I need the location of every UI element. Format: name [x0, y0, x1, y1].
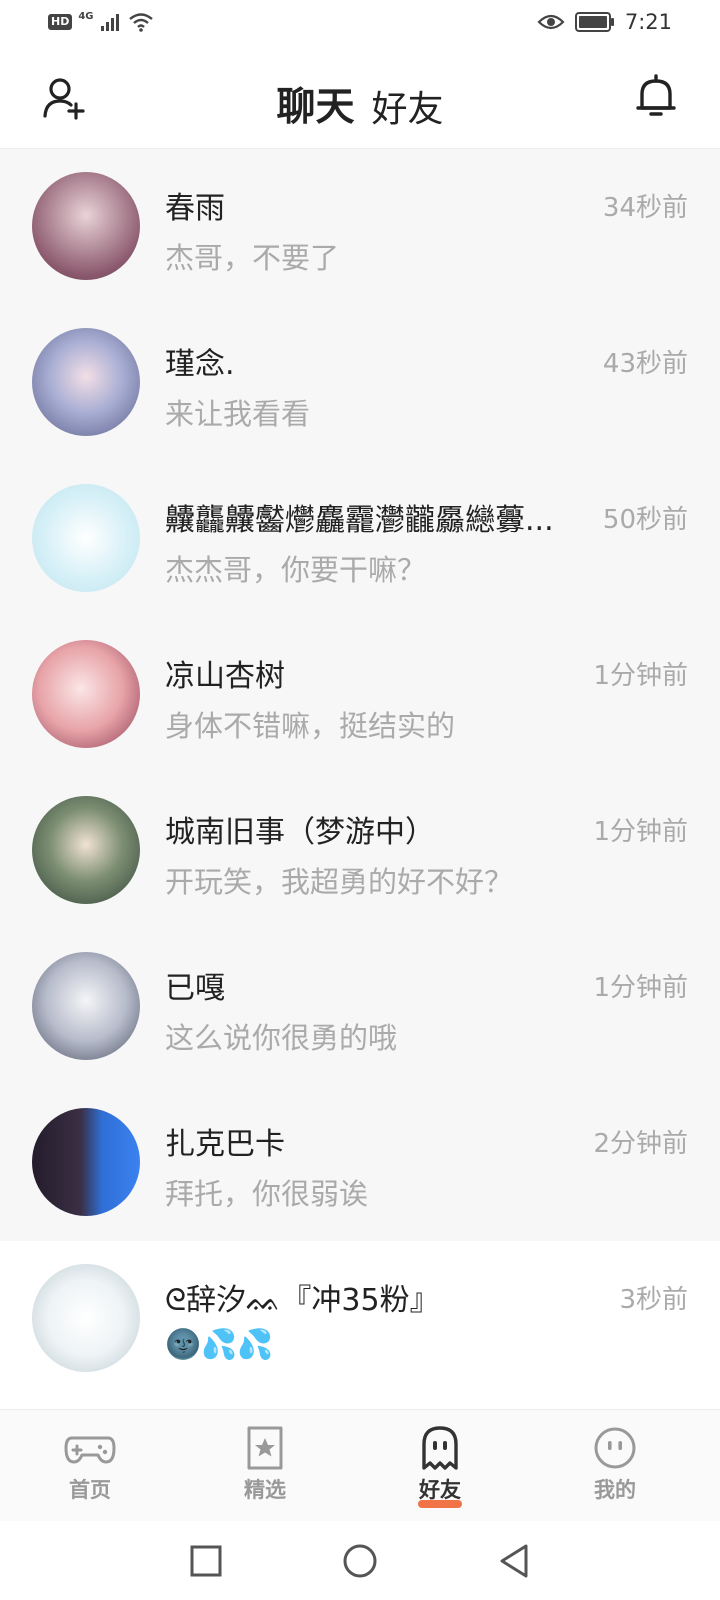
eye-icon: [537, 14, 565, 30]
chat-time: 50秒前: [602, 505, 688, 535]
nav-home[interactable]: 首页: [30, 1424, 150, 1504]
chat-time: 34秒前: [602, 193, 688, 223]
chat-row[interactable]: 城南旧事（梦游中） 开玩笑，我超勇的好不好？ 1分钟前: [0, 773, 720, 929]
recent-apps-icon[interactable]: [186, 1541, 226, 1581]
chat-row[interactable]: 瑾念. 来让我看看 43秒前: [0, 305, 720, 461]
ghost-icon: [422, 1426, 458, 1470]
chat-message: 身体不错嘛，挺结实的: [165, 709, 456, 743]
chat-message: 这么说你很勇的哦: [165, 1021, 398, 1055]
chat-list: 春雨 杰哥，不要了 34秒前 瑾念. 来让我看看 43秒前 齉龘齉齾爩麤龗灪龖厵…: [0, 149, 720, 1397]
top-bar: 聊天 好友: [0, 48, 720, 162]
avatar[interactable]: [32, 172, 140, 280]
tab-chat[interactable]: 聊天: [276, 76, 355, 162]
nav-friends[interactable]: 好友: [380, 1424, 500, 1508]
chat-time: 1分钟前: [593, 817, 688, 847]
chat-name: 凉山杏树: [165, 659, 285, 694]
nav-label: 精选: [244, 1478, 286, 1502]
status-right: 7:21: [537, 10, 672, 34]
system-nav-bar: [0, 1521, 720, 1600]
chat-message: 来让我看看: [165, 397, 311, 431]
wifi-icon: [128, 13, 153, 32]
signal-icon: [100, 14, 119, 31]
avatar[interactable]: [32, 484, 140, 592]
clock: 7:21: [624, 10, 672, 34]
avatar[interactable]: [32, 952, 140, 1060]
chat-time: 2分钟前: [593, 1129, 688, 1159]
star-bookmark-icon: [247, 1426, 283, 1470]
home-circle-icon[interactable]: [340, 1541, 380, 1581]
smile-face-icon: [594, 1427, 636, 1469]
nav-label-text: 好友: [419, 1478, 461, 1502]
chat-time: 1分钟前: [593, 661, 688, 691]
chat-name: ᘓ辞汐ᨐ『冲35粉』: [165, 1283, 440, 1318]
chat-name: 城南旧事（梦游中）: [165, 815, 435, 850]
chat-row[interactable]: 扎克巴卡 拜托，你很弱诶 2分钟前: [0, 1085, 720, 1241]
chat-time: 3秒前: [619, 1285, 688, 1315]
nav-active-indicator: [418, 1500, 462, 1508]
avatar[interactable]: [32, 796, 140, 904]
gamepad-icon: [64, 1436, 116, 1464]
bell-icon[interactable]: [632, 72, 680, 120]
chat-message: 🌚💦💦: [165, 1327, 274, 1361]
nav-label: 首页: [69, 1478, 111, 1502]
chat-time: 1分钟前: [593, 973, 688, 1003]
nav-me[interactable]: 我的: [555, 1424, 675, 1504]
chat-time: 43秒前: [602, 349, 688, 379]
chat-message: 杰哥，不要了: [165, 241, 340, 275]
chat-row[interactable]: 已嘎 这么说你很勇的哦 1分钟前: [0, 929, 720, 1085]
chat-message: 开玩笑，我超勇的好不好？: [165, 865, 514, 899]
avatar[interactable]: [32, 1108, 140, 1216]
chat-row[interactable]: 齉龘齉齾爩麤龗灪龖厵纞虋... 杰杰哥，你要干嘛？ 50秒前: [0, 461, 720, 617]
avatar[interactable]: [32, 328, 140, 436]
chat-name: 齉龘齉齾爩麤龗灪龖厵纞虋...: [165, 503, 554, 538]
back-triangle-icon[interactable]: [494, 1541, 534, 1581]
bottom-nav: 首页 精选 好友 我的: [0, 1409, 720, 1522]
nav-label: 好友: [380, 1474, 500, 1508]
chat-name: 春雨: [165, 191, 225, 226]
chat-name: 瑾念.: [165, 347, 235, 382]
nav-label: 我的: [594, 1478, 636, 1502]
hd-badge: HD: [48, 14, 73, 30]
nav-featured[interactable]: 精选: [205, 1424, 325, 1504]
chat-row[interactable]: ᘓ辞汐ᨐ『冲35粉』 🌚💦💦 3秒前: [0, 1241, 720, 1397]
network-type: 4G: [78, 10, 94, 22]
header-tabs: 聊天 好友: [0, 76, 720, 162]
chat-message: 杰杰哥，你要干嘛？: [165, 553, 427, 587]
chat-name: 扎克巴卡: [165, 1127, 285, 1162]
battery-icon: [574, 12, 614, 32]
chat-message: 拜托，你很弱诶: [165, 1177, 369, 1211]
status-bar: HD 4G 7:21: [0, 0, 720, 48]
status-left: HD 4G: [48, 10, 154, 32]
chat-name: 已嘎: [165, 971, 225, 1006]
tab-friends[interactable]: 好友: [372, 80, 444, 132]
chat-row[interactable]: 凉山杏树 身体不错嘛，挺结实的 1分钟前: [0, 617, 720, 773]
avatar[interactable]: [32, 640, 140, 748]
avatar[interactable]: [32, 1264, 140, 1372]
tab-chat-label: 聊天: [276, 85, 355, 130]
chat-row[interactable]: 春雨 杰哥，不要了 34秒前: [0, 149, 720, 305]
